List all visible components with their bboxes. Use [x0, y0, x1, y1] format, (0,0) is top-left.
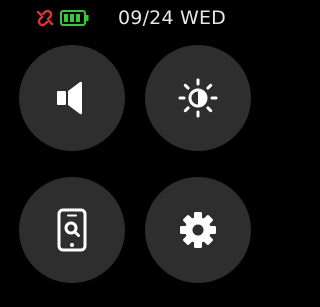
link-broken-icon	[35, 9, 55, 27]
status-bar: 09/24 WED	[0, 0, 263, 36]
phone-search-icon	[57, 208, 87, 252]
date-time-label: 09/24 WED	[118, 7, 227, 29]
gear-icon	[178, 210, 218, 250]
battery-icon	[60, 10, 90, 26]
speaker-icon	[54, 80, 90, 116]
brightness-button[interactable]	[145, 45, 251, 151]
brightness-icon	[178, 78, 218, 118]
settings-button[interactable]	[145, 177, 251, 283]
volume-button[interactable]	[19, 45, 125, 151]
find-phone-button[interactable]	[19, 177, 125, 283]
